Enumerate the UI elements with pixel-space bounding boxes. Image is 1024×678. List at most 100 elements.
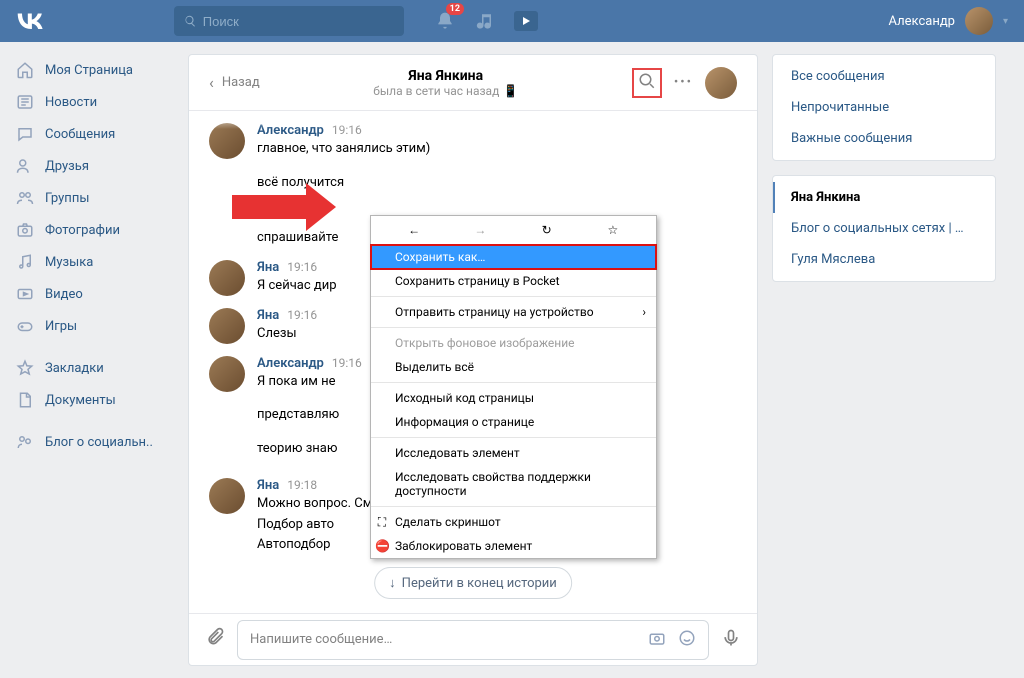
chat-status: была в сети час назад 📱 [260,84,632,98]
context-item-label: Информация о странице [395,415,534,429]
sidebar-item-news[interactable]: Новости [14,86,174,118]
news-icon [15,92,35,112]
nav-forward-icon[interactable]: → [470,223,490,237]
search-input[interactable] [203,14,394,29]
msg-name[interactable]: Александр [257,123,324,138]
sidebar-item-documents[interactable]: Документы [14,384,174,416]
vk-logo[interactable] [16,7,44,35]
msg-name[interactable]: Яна [257,478,279,493]
convos-box: Яна Янкина Блог о социальных сетях | … Г… [772,175,996,282]
msg-avatar[interactable] [209,123,245,159]
chevron-down-icon: ▾ [1003,16,1008,27]
sidebar: Моя Страница Новости Сообщения Друзья Гр… [14,54,174,666]
home-icon [15,60,35,80]
context-menu-item[interactable]: Исходный код страницы [371,386,656,410]
msg-time: 19:16 [332,123,362,137]
msg-name[interactable]: Яна [257,308,279,323]
convo-item[interactable]: Гуля Мяслева [773,244,995,275]
sidebar-item-my-page[interactable]: Моя Страница [14,54,174,86]
msg-avatar[interactable] [209,308,245,344]
search-box[interactable] [174,6,404,36]
document-icon [15,390,35,410]
convo-item[interactable]: Блог о социальных сетях | … [773,213,995,244]
message-input[interactable]: Напишите сообщение… [237,620,709,660]
header-icons: 12 [434,10,538,32]
context-menu-item[interactable]: Сохранить страницу в Pocket [371,269,656,293]
chat-search-icon[interactable] [632,68,662,98]
chat-title: Яна Янкина [260,68,632,84]
msg-avatar[interactable] [209,356,245,392]
context-item-label: Отправить страницу на устройство [395,305,594,319]
attach-icon[interactable] [205,627,225,652]
sidebar-item-games[interactable]: Игры [14,310,174,342]
friends-icon [15,156,35,176]
sidebar-item-blog[interactable]: Блог о социальн.. [14,426,174,458]
filter-unread[interactable]: Непрочитанные [773,92,995,123]
nav-bookmark-icon[interactable]: ☆ [603,223,623,237]
groups-icon [15,188,35,208]
sidebar-item-friends[interactable]: Друзья [14,150,174,182]
sidebar-item-messages[interactable]: Сообщения [14,118,174,150]
context-menu-item[interactable]: Информация о странице [371,410,656,434]
context-item-label: Заблокировать элемент [395,539,532,553]
back-button[interactable]: ‹ Назад [209,73,260,92]
sidebar-item-video[interactable]: Видео [14,278,174,310]
context-item-label: Открыть фоновое изображение [395,336,575,350]
msg-time: 19:18 [287,478,317,492]
sidebar-item-photos[interactable]: Фотографии [14,214,174,246]
context-item-label: Исходный код страницы [395,391,534,405]
filter-important[interactable]: Важные сообщения [773,123,995,154]
right-panel: Все сообщения Непрочитанные Важные сообщ… [772,54,996,666]
more-icon[interactable]: ••• [674,75,693,90]
music-icon[interactable] [474,10,496,32]
nav-back-icon[interactable]: ← [404,223,424,237]
voice-icon[interactable] [721,628,741,652]
context-menu-item: Открыть фоновое изображение [371,331,656,355]
chat-avatar[interactable] [705,67,737,99]
context-menu-item[interactable]: Отправить страницу на устройство [371,300,656,324]
context-item-label: Исследовать элемент [395,446,520,460]
context-nav: ← → ↻ ☆ [371,216,656,245]
msg-avatar[interactable] [209,260,245,296]
context-menu-item[interactable]: Исследовать свойства поддержки доступнос… [371,465,656,503]
filter-all[interactable]: Все сообщения [773,61,995,92]
gamepad-icon [15,316,35,336]
photo-icon[interactable] [648,629,666,651]
sidebar-item-groups[interactable]: Группы [14,182,174,214]
msg-name[interactable]: Александр [257,356,324,371]
emoji-icon[interactable] [678,629,696,651]
sidebar-item-music[interactable]: Музыка [14,246,174,278]
context-item-label: Сохранить как… [395,250,485,264]
chevron-left-icon: ‹ [209,73,214,92]
context-item-icon: ⛔ [375,539,389,553]
context-menu-item[interactable]: ⛶Сделать скриншот [371,510,656,534]
context-item-label: Исследовать свойства поддержки доступнос… [395,470,591,498]
context-item-label: Сделать скриншот [395,515,501,529]
msg-time: 19:16 [287,308,317,322]
context-menu-item[interactable]: ⛔ Заблокировать элемент [371,534,656,558]
nav-reload-icon[interactable]: ↻ [537,223,557,237]
messages-icon [15,124,35,144]
msg-name[interactable]: Яна [257,260,279,275]
context-menu-item[interactable]: Выделить всё [371,355,656,379]
msg-avatar[interactable] [209,478,245,514]
filters-box: Все сообщения Непрочитанные Важные сообщ… [772,54,996,161]
context-item-label: Сохранить страницу в Pocket [395,274,560,288]
camera-icon [15,220,35,240]
video-play-icon[interactable] [514,11,538,31]
music-note-icon [15,252,35,272]
jump-to-end-button[interactable]: ↓ Перейти в конец истории [374,567,572,599]
chat-input-bar: Напишите сообщение… [189,613,757,665]
arrow-down-icon: ↓ [389,575,396,591]
msg-text: главное, что занялись этим) [257,139,737,159]
convo-item[interactable]: Яна Янкина [773,182,995,213]
notifications-icon[interactable]: 12 [434,10,456,32]
sidebar-item-bookmarks[interactable]: Закладки [14,352,174,384]
msg-time: 19:16 [332,356,362,370]
context-menu-item[interactable]: Сохранить как… [371,245,656,269]
user-menu[interactable]: Александр ▾ [889,7,1008,35]
context-menu-item[interactable]: Исследовать элемент [371,441,656,465]
chat-header: ‹ Назад Яна Янкина была в сети час назад… [189,55,757,111]
header: 12 Александр ▾ [0,0,1024,42]
blog-icon [15,432,35,452]
